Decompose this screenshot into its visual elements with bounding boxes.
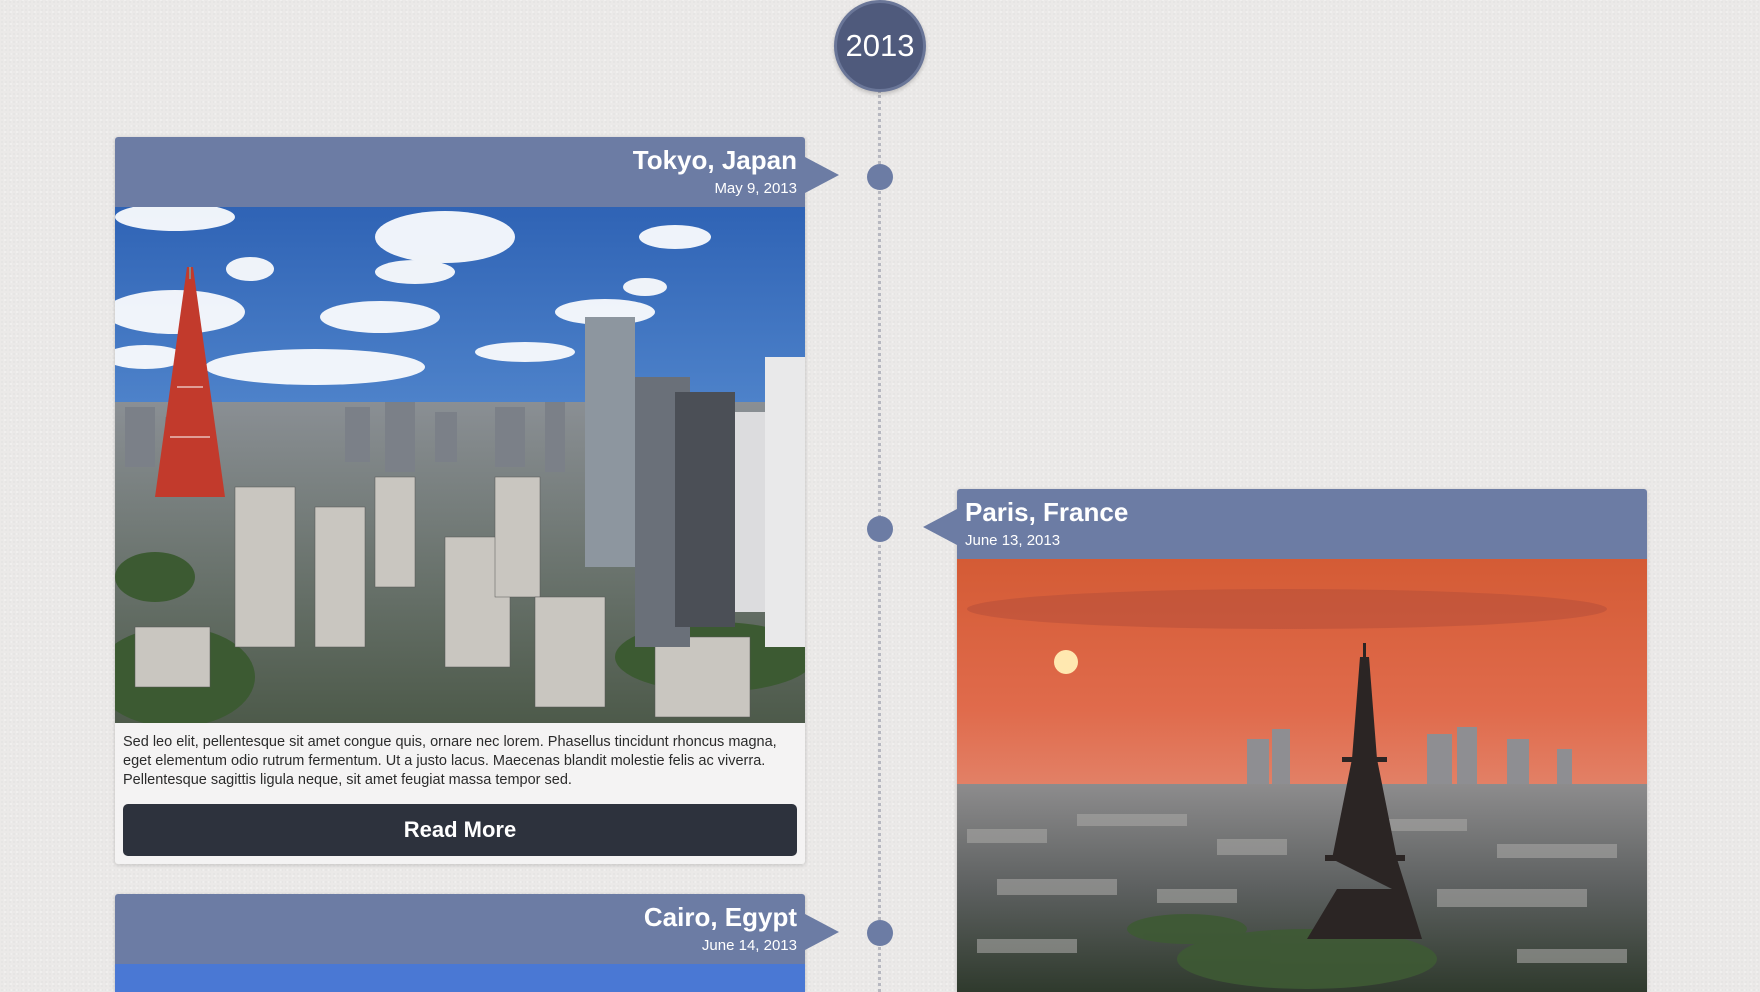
timeline-node: [867, 516, 893, 542]
card-date: June 14, 2013: [701, 937, 797, 954]
timeline-node: [867, 164, 893, 190]
paris-photo: [957, 559, 1647, 992]
card-pointer: [923, 509, 957, 545]
card-header: Tokyo, Japan May 9, 2013: [115, 137, 839, 207]
card-pointer: [805, 157, 839, 193]
card-title: Cairo, Egypt: [643, 902, 797, 932]
read-more-button[interactable]: Read More: [123, 804, 797, 856]
year-badge: 2013: [834, 0, 926, 92]
timeline-node: [867, 920, 893, 946]
tokyo-photo: [115, 207, 805, 723]
card-pointer: [805, 914, 839, 950]
card-header: Cairo, Egypt June 14, 2013: [115, 894, 839, 964]
timeline-card-paris: Paris, France June 13, 2013: [923, 489, 1647, 992]
cairo-photo: [115, 964, 805, 992]
card-title: Tokyo, Japan: [632, 145, 797, 175]
card-body: Sed leo elit, pellentesque sit amet cong…: [115, 723, 805, 864]
timeline-card-tokyo: Tokyo, Japan May 9, 2013 Sed leo elit, p…: [115, 137, 839, 864]
timeline-card-cairo: Cairo, Egypt June 14, 2013: [115, 894, 839, 992]
card-title: Paris, France: [965, 497, 1129, 527]
card-header: Paris, France June 13, 2013: [923, 489, 1647, 559]
card-description: Sed leo elit, pellentesque sit amet cong…: [123, 734, 777, 788]
card-date: June 13, 2013: [965, 532, 1061, 549]
card-date: May 9, 2013: [714, 180, 797, 197]
